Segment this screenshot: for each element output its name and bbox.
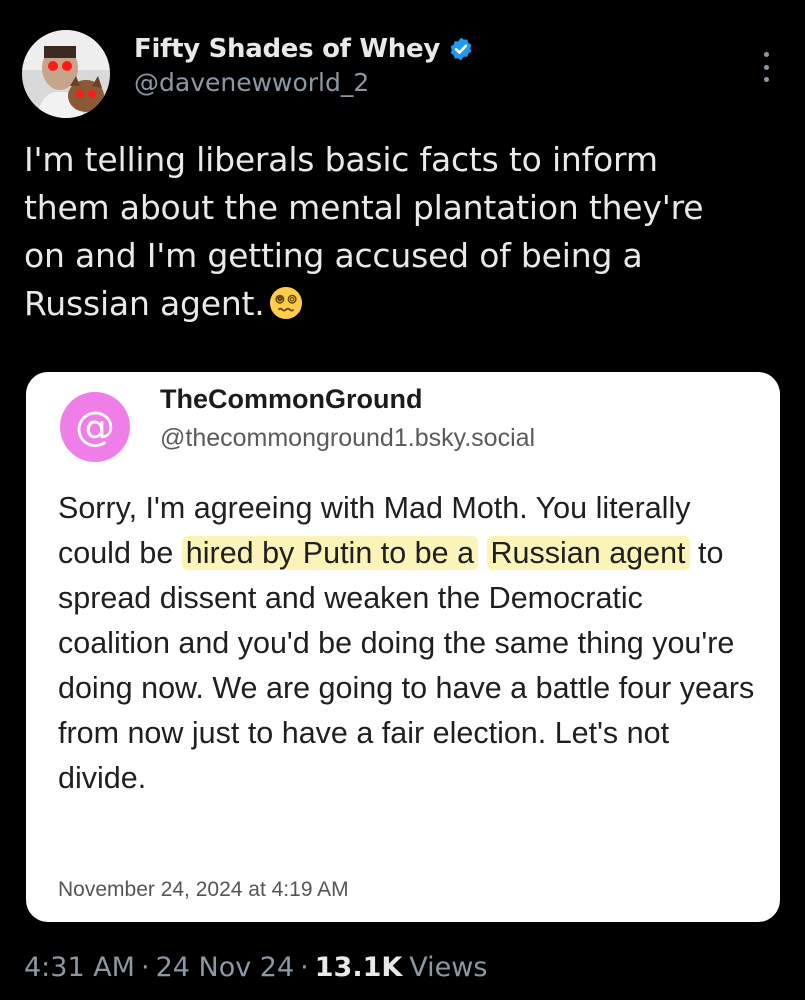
author-avatar[interactable] (22, 30, 110, 118)
highlighted-text: hired by Putin to be a (181, 536, 479, 570)
views-count: 13.1K (314, 952, 403, 983)
quoted-text-segment: to spread dissent and weaken the Democra… (58, 536, 755, 795)
tweet-text-line: them about the mental plantation they're (24, 188, 704, 227)
avatar-image (22, 30, 110, 118)
more-options-icon[interactable] (760, 52, 772, 82)
tweet-text-line: on and I'm getting accused of being a (24, 236, 643, 275)
tweet-header: Fifty Shades of Whey @davenewworld_2 (22, 30, 782, 120)
highlighted-text: Russian agent (486, 536, 690, 570)
author-display-name[interactable]: Fifty Shades of Whey (134, 34, 440, 64)
tweet-time[interactable]: 4:31 AM (24, 952, 135, 983)
views-label: Views (409, 952, 488, 983)
dizzy-face-emoji-icon (269, 286, 302, 320)
quoted-post-timestamp: November 24, 2024 at 4:19 AM (58, 878, 349, 901)
separator-dot: · (140, 952, 150, 983)
tweet-metadata: 4:31 AM · 24 Nov 24 · 13.1K Views (24, 952, 487, 983)
separator-dot: · (300, 952, 309, 983)
tweet-text: I'm telling liberals basic facts to info… (24, 136, 784, 328)
author-handle[interactable]: @davenewworld_2 (134, 68, 474, 97)
quoted-author-handle[interactable]: @thecommonground1.bsky.social (160, 424, 535, 453)
tweet-date[interactable]: 24 Nov 24 (156, 952, 295, 983)
quoted-author-avatar[interactable]: @ (60, 392, 130, 462)
author-info: Fifty Shades of Whey @davenewworld_2 (134, 34, 474, 97)
quoted-post-text: Sorry, I'm agreeing with Mad Moth. You l… (58, 486, 758, 801)
tweet-text-line-last: Russian agent. (24, 280, 784, 328)
tweet-text-segment: Russian agent. (24, 284, 265, 323)
verified-badge-icon (450, 37, 472, 61)
quoted-author-name[interactable]: TheCommonGround (160, 384, 422, 415)
quoted-post-card[interactable]: @ TheCommonGround @thecommonground1.bsky… (26, 372, 780, 922)
tweet-text-line: I'm telling liberals basic facts to info… (24, 140, 658, 179)
